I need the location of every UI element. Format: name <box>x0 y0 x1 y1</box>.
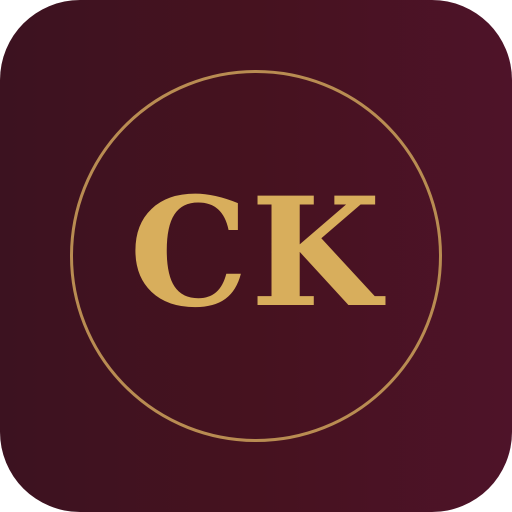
app-icon[interactable]: CK <box>0 0 512 512</box>
monogram-text: CK <box>129 165 383 341</box>
